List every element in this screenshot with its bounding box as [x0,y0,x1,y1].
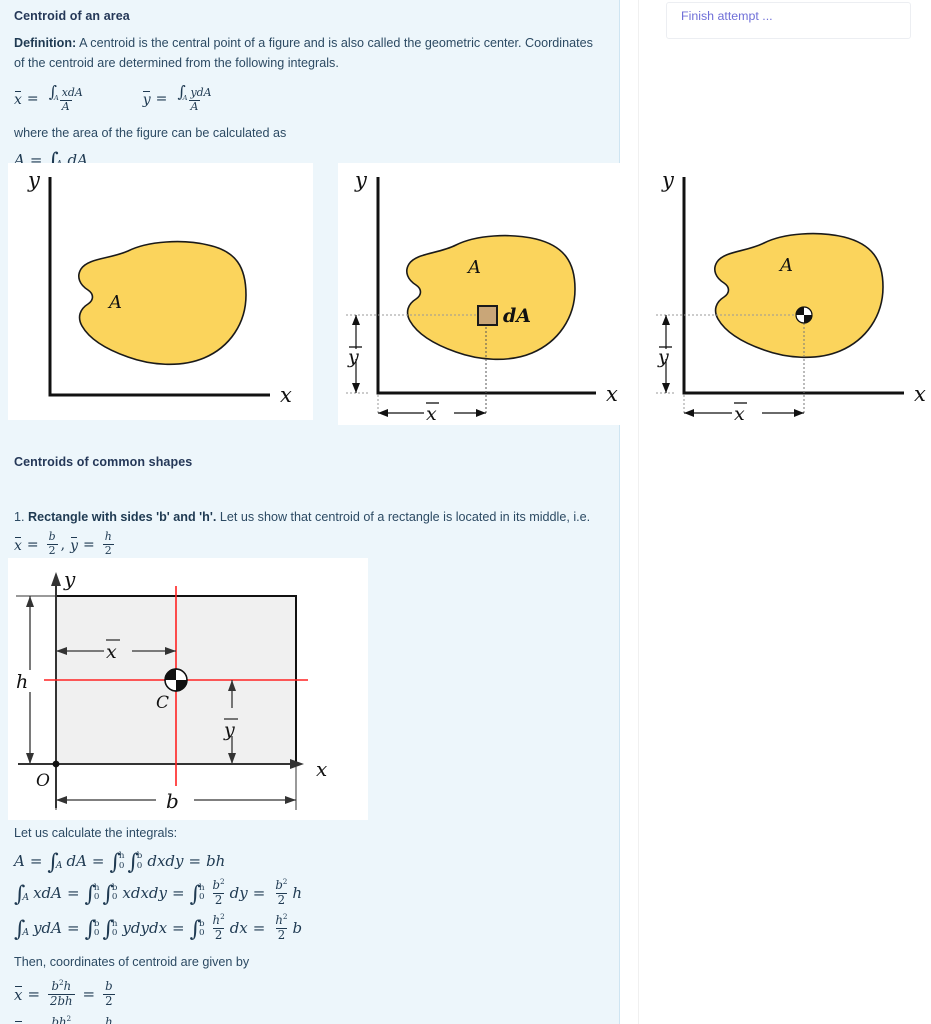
column-divider [638,0,639,1024]
dA-label-fig2: dA [503,305,531,327]
origin-label-rect: O [36,771,50,791]
rectangle-intro-paragraph: 1. Rectangle with sides 'b' and 'h'. Let… [14,507,606,527]
centroid-coordinate-formulas: x = ∫A xdA A y = ∫A ydA A [14,81,605,113]
equation-xbar-final: x = b2h 2bh = b2 [14,978,115,1008]
y-axis-label-fig1: y [27,168,41,192]
blob-shape-fig3 [714,232,884,359]
area-label-fig1: A [107,292,122,313]
figure-rectangle-centroid: y x O h b x y C [8,558,368,820]
centroid-marker-rect [164,668,188,692]
finish-attempt-card: Finish attempt ... [666,2,911,39]
xbar-label-fig3: x [734,403,745,425]
figure-blob-plain: y x A [8,163,313,420]
xbar-label-rect: x [106,641,117,663]
ybar-label-rect: y [223,719,235,741]
equation-ybar-final: y= bh22bh = h2 [14,1014,606,1024]
x-axis-label-fig1: x [280,383,292,407]
equation-area: A = ∫ A dA = ∫ h 0 ∫ b 0 dxdy = bh [14,849,226,875]
equation-ydA: ∫ A ydA = ∫ b 0 ∫ h 0 ydydx = ∫ b 0 h2 2 dx = h2… [14,912,303,943]
centroid-label-rect: C [156,693,169,713]
integrals-intro: Let us calculate the integrals: [14,826,178,840]
item-text: Let us show that centroid of a rectangle… [216,510,591,524]
figure-blob-centroid: y x A y x [652,163,931,425]
figure-blob-dA: y x A dA y x [338,163,623,425]
definition-label: Definition: [14,36,77,50]
item-bold-label: Rectangle with sides 'b' and 'h'. [28,510,217,524]
page-title: Centroid of an area [14,9,130,23]
x-axis-label-fig3: x [914,382,926,406]
blob-shape-fig2 [406,234,576,361]
centroid-definition-block: Centroid of an area Definition: A centro… [0,0,619,172]
common-shapes-block: Centroids of common shapes 1. Rectangle … [0,455,620,557]
b-label-rect: b [166,789,179,813]
area-intro-text: where the area of the figure can be calc… [14,125,287,140]
origin-dot-rect [52,760,60,768]
section-title-common-shapes: Centroids of common shapes [14,455,193,469]
area-label-fig3: A [778,255,793,276]
x-axis-label-rect: x [316,757,327,781]
item-number: 1. [14,510,29,524]
integrals-outro: Then, coordinates of centroid are given … [14,954,250,969]
equation-xdA: ∫ A xdA = ∫ h 0 ∫ b 0 xdxdy = ∫ h 0 b2 2 dy = b2… [14,877,303,907]
formula-ybar: y = ∫A ydA A [142,81,212,113]
ybar-label-fig2: y [347,346,359,368]
dA-element-fig2 [477,305,498,326]
figure-row: y x A y x A dA y x y x A y x [0,163,931,425]
centroid-marker-fig3 [795,306,813,324]
xbar-label-fig2: x [426,403,437,425]
y-axis-label-rect: y [63,567,76,591]
definition-text: A centroid is the central point of a fig… [14,36,593,71]
blob-shape-fig1 [78,240,247,366]
formula-rect-centroid: x = b2 , y = h2 [14,530,114,558]
integrals-block: Let us calculate the integrals: A = ∫ A dA… [0,823,620,1024]
y-axis-label-fig2: y [354,168,368,192]
ybar-label-fig3: y [657,346,669,368]
x-axis-label-fig2: x [606,382,618,406]
question-content-panel: Centroid of an area Definition: A centro… [0,0,620,1024]
y-axis-arrow [51,572,61,586]
y-axis-label-fig3: y [661,168,675,192]
definition-paragraph: Definition: A centroid is the central po… [14,33,605,74]
h-label-rect: h [16,671,28,693]
area-label-fig2: A [466,257,481,278]
rectangle-centroid-formula-wrap: x = b2 , y = h2 [14,530,606,558]
page-root: Centroid of an area Definition: A centro… [0,0,931,1024]
finish-attempt-link[interactable]: Finish attempt ... [681,9,773,23]
formula-xbar: x = ∫A xdA A [14,81,83,113]
